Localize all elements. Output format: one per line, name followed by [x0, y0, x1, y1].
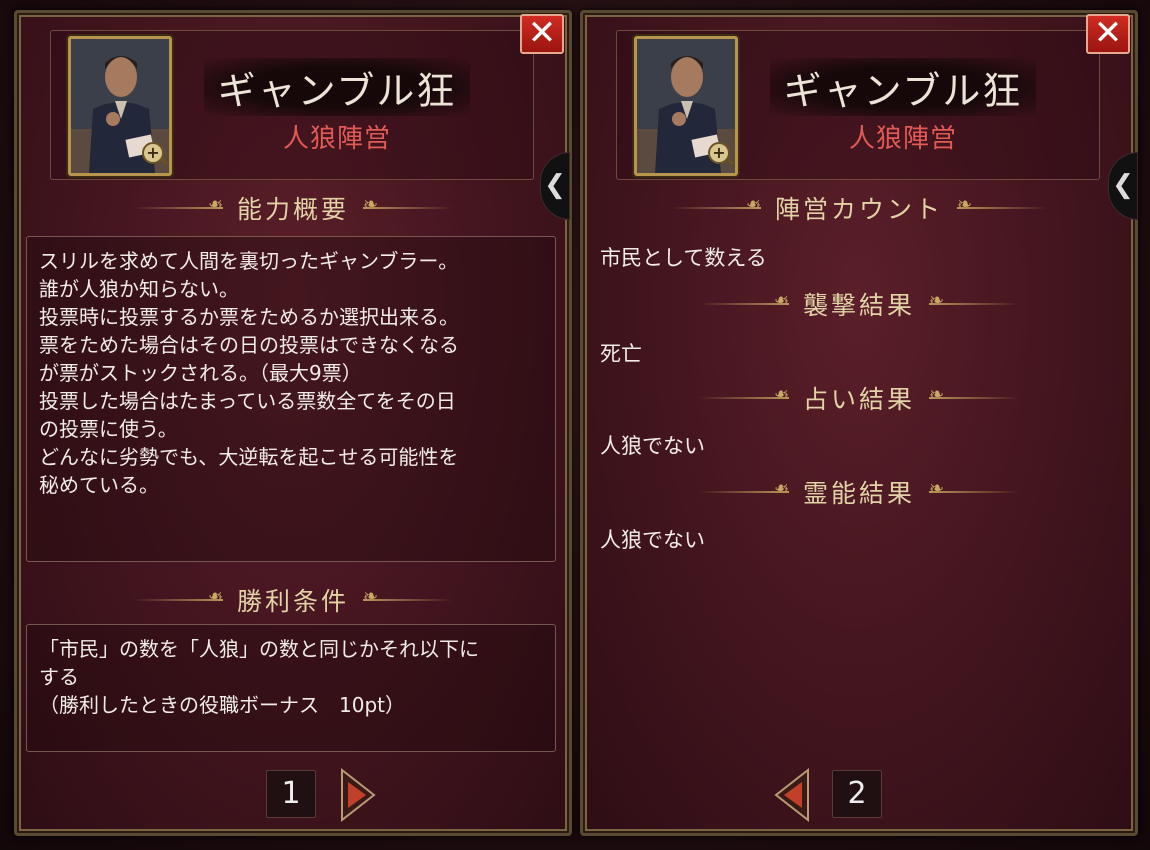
- ability-line: が票がストックされる。（最大9票）: [39, 361, 362, 385]
- section-title-text: 勝利条件: [236, 587, 349, 616]
- attack-result-value: 死亡: [600, 342, 642, 366]
- ornament-right-icon: [363, 194, 453, 216]
- ornament-left-icon: [670, 200, 761, 216]
- section-title-seer-result: 占い結果: [596, 378, 1122, 418]
- ornament-right-icon: [363, 586, 453, 608]
- victory-condition-box: 「市民」の数を「人狼」の数と同じかそれ以下に する （勝利したときの役職ボーナス…: [26, 624, 556, 752]
- ability-description-box: スリルを求めて人間を裏切ったギャンブラー。 誰が人狼か知らない。 投票時に投票す…: [26, 236, 556, 562]
- close-button[interactable]: ✕: [1086, 14, 1130, 54]
- victory-line: する: [39, 665, 79, 689]
- role-faction: 人狼陣営: [848, 124, 957, 154]
- section-title-text: 能力概要: [236, 195, 349, 224]
- ability-line: 秘めている。: [39, 473, 159, 497]
- ability-line: スリルを求めて人間を裏切ったギャンブラー。: [39, 249, 459, 273]
- page-number-indicator: 2: [832, 770, 882, 818]
- role-faction: 人狼陣営: [282, 124, 391, 154]
- ornament-left-icon: [698, 390, 789, 406]
- zoom-in-icon[interactable]: +: [708, 142, 730, 164]
- ornament-right-icon: [929, 384, 1019, 406]
- section-title-faction-count: 陣営カウント: [596, 188, 1122, 228]
- prev-page-arrow-icon[interactable]: [774, 768, 810, 822]
- close-icon: ✕: [1093, 13, 1123, 53]
- victory-line: 「市民」の数を「人狼」の数と同じかそれ以下に: [39, 637, 479, 661]
- section-title-medium-result: 霊能結果: [596, 472, 1122, 512]
- section-title-attack-result: 襲撃結果: [596, 284, 1122, 324]
- section-title-text: 占い結果: [802, 385, 915, 414]
- ability-line: 誰が人狼か知らない。: [39, 277, 239, 301]
- next-page-arrow-icon[interactable]: [340, 768, 376, 822]
- section-title-text: 陣営カウント: [774, 195, 943, 224]
- ability-line: 投票した場合はたまっている票数全てをその日: [39, 389, 456, 413]
- ornament-left-icon: [698, 296, 789, 312]
- ornament-left-icon: [132, 592, 223, 608]
- seer-result-value: 人狼でない: [600, 434, 705, 458]
- section-title-text: 襲撃結果: [802, 291, 915, 320]
- ability-line: どんなに劣勢でも、大逆転を起こせる可能性を: [39, 445, 459, 469]
- close-icon: ✕: [527, 13, 557, 53]
- victory-line: （勝利したときの役職ボーナス 10pt）: [39, 693, 405, 717]
- medium-result-value: 人狼でない: [600, 528, 705, 552]
- close-button[interactable]: ✕: [520, 14, 564, 54]
- page-number-indicator: 1: [266, 770, 316, 818]
- ornament-left-icon: [698, 484, 789, 500]
- ability-line: 票をためた場合はその日の投票はできなくなる: [39, 333, 459, 357]
- ability-line: 投票時に投票するか票をためるか選択出来る。: [39, 305, 459, 329]
- ability-line: の投票に使う。: [39, 417, 178, 441]
- role-name: ギャンブル狂: [204, 58, 470, 116]
- section-title-ability: 能力概要: [30, 188, 556, 228]
- section-title-text: 霊能結果: [802, 479, 915, 508]
- ornament-right-icon: [929, 290, 1019, 312]
- faction-count-value: 市民として数える: [600, 246, 767, 270]
- role-name: ギャンブル狂: [770, 58, 1036, 116]
- ornament-left-icon: [132, 200, 223, 216]
- ornament-right-icon: [929, 478, 1019, 500]
- zoom-in-icon[interactable]: +: [142, 142, 164, 164]
- ornament-right-icon: [957, 194, 1047, 216]
- section-title-victory: 勝利条件: [30, 580, 556, 620]
